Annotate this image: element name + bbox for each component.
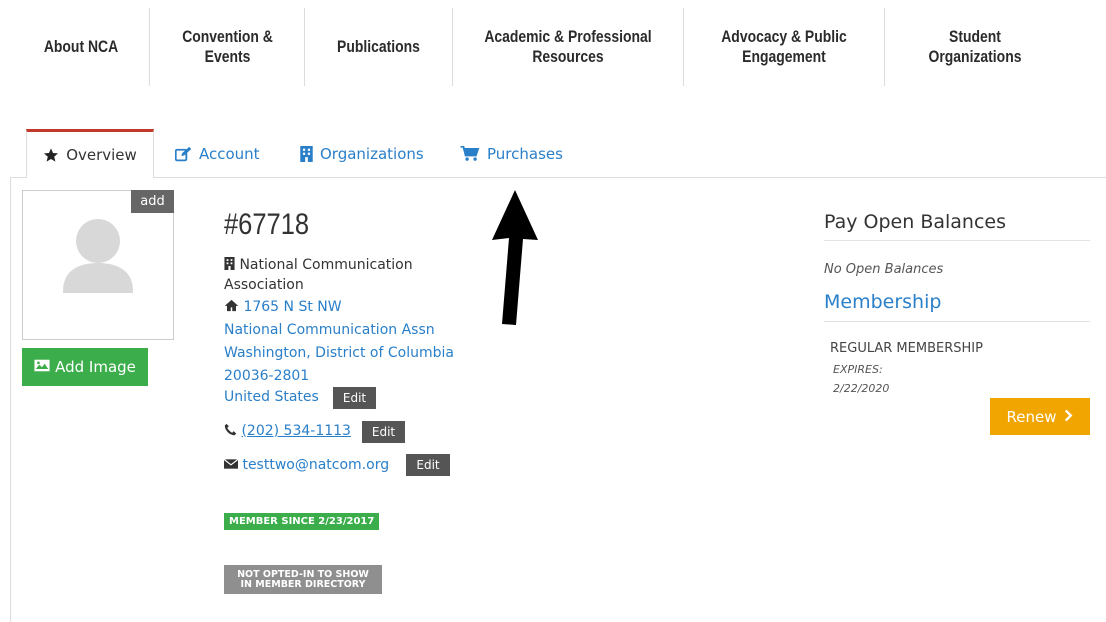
- main-navigation: About NCA Convention & Events Publicatio…: [0, 0, 1106, 92]
- address-street: 1765 N St NW: [243, 299, 342, 315]
- tab-purchases[interactable]: Purchases: [460, 131, 563, 177]
- content-border: [10, 177, 11, 622]
- add-image-label: Add Image: [55, 358, 136, 376]
- renew-label: Renew: [1006, 407, 1057, 426]
- member-id: #67718: [224, 208, 310, 241]
- renew-button[interactable]: Renew: [990, 398, 1090, 435]
- membership-type: REGULAR MEMBERSHIP: [830, 341, 983, 356]
- home-icon: [224, 299, 243, 315]
- phone-number: (202) 534-1113: [241, 423, 351, 439]
- edit-icon: [175, 146, 192, 162]
- chevron-right-icon: [1064, 408, 1073, 426]
- edit-address-button[interactable]: Edit: [333, 387, 376, 409]
- star-icon: [43, 147, 59, 163]
- directory-status-badge: NOT OPTED-IN TO SHOW IN MEMBER DIRECTORY: [224, 565, 382, 594]
- expires-date: 2/22/2020: [833, 382, 890, 395]
- address-line-1[interactable]: 1765 N St NW: [224, 297, 342, 317]
- nav-divider: [452, 8, 453, 86]
- image-icon: [34, 358, 50, 376]
- divider: [824, 240, 1090, 241]
- nav-academic-resources[interactable]: Academic & Professional Resources: [474, 8, 663, 86]
- member-since-badge: MEMBER SINCE 2/23/2017: [224, 513, 380, 530]
- add-photo-button[interactable]: add: [131, 190, 174, 213]
- tab-label: Organizations: [320, 145, 424, 163]
- tab-overview[interactable]: Overview: [26, 129, 154, 178]
- phone-link[interactable]: (202) 534-1113: [224, 421, 351, 441]
- add-image-button[interactable]: Add Image: [22, 348, 148, 386]
- tab-label: Purchases: [487, 145, 563, 163]
- nav-advocacy-engagement[interactable]: Advocacy & Public Engagement: [702, 8, 866, 86]
- tab-label: Overview: [66, 146, 137, 164]
- membership-title[interactable]: Membership: [824, 291, 941, 313]
- cart-icon: [460, 146, 480, 162]
- balances-title: Pay Open Balances: [824, 211, 1006, 233]
- nav-divider: [149, 8, 150, 86]
- tab-label: Account: [199, 145, 260, 163]
- building-icon: [224, 257, 239, 273]
- expires-label: EXPIRES:: [833, 363, 883, 376]
- tab-account[interactable]: Account: [175, 131, 260, 177]
- envelope-icon: [223, 457, 242, 473]
- tab-organizations[interactable]: Organizations: [300, 131, 424, 177]
- address-line-4[interactable]: 20036-2801: [224, 366, 309, 386]
- person-placeholder-icon: [63, 219, 133, 293]
- nav-convention-events[interactable]: Convention & Events: [164, 8, 291, 86]
- nav-divider: [884, 8, 885, 86]
- address-line-2[interactable]: National Communication Assn: [224, 320, 435, 340]
- phone-icon: [224, 423, 241, 439]
- email-address: testtwo@natcom.org: [242, 457, 390, 473]
- address-line-3[interactable]: Washington, District of Columbia: [224, 343, 454, 363]
- address-country[interactable]: United States: [224, 387, 319, 407]
- nav-divider: [304, 8, 305, 86]
- building-icon: [300, 146, 313, 162]
- nav-divider: [683, 8, 684, 86]
- edit-phone-button[interactable]: Edit: [362, 421, 405, 443]
- nav-about-nca[interactable]: About NCA: [36, 8, 126, 86]
- tabs-divider: [10, 177, 1106, 178]
- nav-student-organizations[interactable]: Student Organizations: [901, 8, 1049, 86]
- arrow-up-icon: [492, 190, 538, 325]
- nav-publications[interactable]: Publications: [318, 8, 439, 86]
- email-link[interactable]: testtwo@natcom.org: [223, 455, 390, 475]
- divider: [824, 321, 1090, 322]
- edit-email-button[interactable]: Edit: [406, 454, 450, 476]
- organization-name: National Communication Association: [224, 255, 454, 295]
- balances-status: No Open Balances: [824, 262, 944, 277]
- organization-label: National Communication Association: [224, 257, 413, 293]
